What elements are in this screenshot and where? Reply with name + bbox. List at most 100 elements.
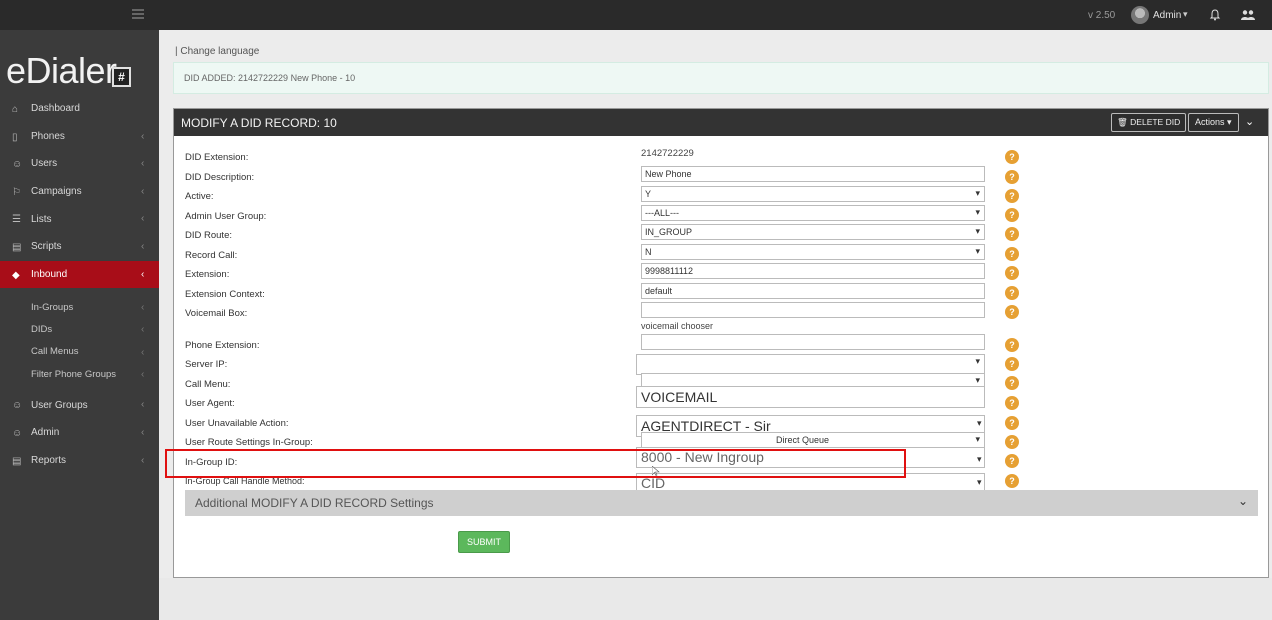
sidebar-item-admin[interactable]: ☺ Admin ‹: [0, 419, 159, 447]
additional-settings-toggle[interactable]: Additional MODIFY A DID RECORD Settings …: [185, 490, 1258, 516]
highlight-box: [165, 449, 906, 478]
reports-icon: ▤: [12, 455, 22, 467]
chevron-down-icon: ▾: [977, 454, 982, 464]
bell-icon[interactable]: [1209, 9, 1221, 21]
extension-context-label: Extension Context:: [185, 289, 265, 300]
user-route-settings-value: Direct Queue: [776, 435, 830, 445]
help-icon[interactable]: ?: [1005, 305, 1019, 319]
help-icon[interactable]: ?: [1005, 286, 1019, 300]
help-icon[interactable]: ?: [1005, 170, 1019, 184]
chevron-left-icon: ‹: [141, 369, 145, 381]
sidebar-item-label: Dashboard: [31, 103, 80, 115]
help-icon[interactable]: ?: [1005, 396, 1019, 410]
help-icon[interactable]: ?: [1005, 208, 1019, 222]
sidebar-item-phones[interactable]: ▯ Phones ‹: [0, 123, 159, 151]
phone-extension-input[interactable]: [641, 334, 985, 350]
actions-button[interactable]: Actions ▾: [1188, 113, 1239, 132]
did-extension-value: 2142722229: [641, 148, 694, 159]
sidebar-item-lists[interactable]: ☰ Lists ‹: [0, 205, 159, 233]
sidebar-item-label: User Groups: [31, 399, 88, 411]
user-menu-label[interactable]: Admin: [1153, 10, 1181, 21]
did-route-select[interactable]: IN_GROUP: [641, 224, 985, 240]
did-description-input[interactable]: New Phone: [641, 166, 985, 182]
top-bar: v 2.50 Admin ▾: [0, 0, 1272, 30]
voicemail-chooser-link[interactable]: voicemail chooser: [641, 321, 713, 331]
active-select[interactable]: Y: [641, 186, 985, 202]
help-icon[interactable]: ?: [1005, 376, 1019, 390]
sidebar-item-label: Campaigns: [31, 186, 82, 198]
sidebar-item-users[interactable]: ☺ Users ‹: [0, 150, 159, 178]
user-route-settings-select[interactable]: Direct Queue: [641, 432, 985, 448]
admin-icon: ☺: [12, 427, 23, 439]
chevron-down-icon[interactable]: ▾: [1183, 9, 1188, 20]
server-ip-select[interactable]: [636, 354, 985, 375]
user-agent-input[interactable]: VOICEMAIL: [636, 386, 985, 408]
sidebar-subitem-label: Call Menus: [31, 346, 79, 358]
delete-did-button[interactable]: 🗑 DELETE DID: [1111, 113, 1187, 132]
chevron-down-icon: ▾: [977, 418, 982, 428]
did-description-label: DID Description:: [185, 172, 255, 183]
sidebar-item-reports[interactable]: ▤ Reports ‹: [0, 447, 159, 475]
sidebar-item-inbound[interactable]: ◆ Inbound ‹: [0, 260, 159, 289]
user-unavailable-action-label: User Unavailable Action:: [185, 418, 289, 429]
voicemail-box-input[interactable]: [641, 302, 985, 318]
logo: eDialer: [6, 50, 117, 91]
chevron-down-icon: ⌄: [1237, 494, 1248, 508]
chevron-left-icon: ‹: [141, 130, 145, 142]
chevron-left-icon: ‹: [141, 454, 145, 466]
chevron-left-icon: ‹: [141, 268, 145, 280]
server-ip-label: Server IP:: [185, 359, 228, 370]
sidebar-subitem-dids[interactable]: DIDs ‹: [0, 318, 159, 340]
inbound-submenu: In-Groups ‹ DIDs ‹ Call Menus ‹ Filter P…: [0, 288, 159, 392]
help-icon[interactable]: ?: [1005, 227, 1019, 241]
menu-toggle-icon[interactable]: [132, 9, 144, 19]
sidebar-item-user-groups[interactable]: ☺ User Groups ‹: [0, 391, 159, 419]
users-icon[interactable]: [1241, 9, 1255, 21]
chevron-down-icon[interactable]: ⌄: [1245, 115, 1259, 129]
sidebar-subitem-call-menus[interactable]: Call Menus ‹: [0, 341, 159, 363]
sidebar-item-label: Inbound: [31, 268, 68, 280]
user-agent-label: User Agent:: [185, 398, 235, 409]
change-language-link[interactable]: | Change language: [175, 46, 259, 57]
did-route-label: DID Route:: [185, 230, 232, 241]
extension-context-input[interactable]: default: [641, 283, 985, 299]
sidebar-item-dashboard[interactable]: ⌂ Dashboard: [0, 95, 159, 123]
sidebar-item-scripts[interactable]: ▤ Scripts ‹: [0, 233, 159, 261]
sidebar-subitem-label: Filter Phone Groups: [31, 368, 117, 380]
sidebar-item-campaigns[interactable]: ⚐ Campaigns ‹: [0, 178, 159, 206]
sidebar-item-label: Scripts: [31, 241, 62, 253]
help-icon[interactable]: ?: [1005, 435, 1019, 449]
sidebar-subitem-in-groups[interactable]: In-Groups ‹: [0, 296, 159, 318]
modify-did-panel: MODIFY A DID RECORD: 10 🗑 DELETE DID Act…: [173, 108, 1269, 578]
admin-user-group-label: Admin User Group:: [185, 211, 267, 222]
page-footer-area: [159, 578, 1272, 620]
chevron-left-icon: ‹: [141, 324, 145, 336]
help-icon[interactable]: ?: [1005, 416, 1019, 430]
sidebar-subitem-filter-phone-groups[interactable]: Filter Phone Groups ‹: [0, 363, 159, 385]
diamond-icon: ◆: [12, 269, 20, 281]
help-icon[interactable]: ?: [1005, 454, 1019, 468]
extension-input[interactable]: 9998811112: [641, 263, 985, 279]
help-icon[interactable]: ?: [1005, 474, 1019, 488]
chevron-left-icon: ‹: [141, 213, 145, 225]
submit-button[interactable]: SUBMIT: [458, 531, 510, 553]
help-icon[interactable]: ?: [1005, 189, 1019, 203]
delete-did-label: DELETE DID: [1130, 117, 1181, 127]
chevron-down-icon: ▾: [977, 477, 982, 487]
phone-icon: ▯: [12, 131, 18, 143]
sidebar-item-label: Reports: [31, 454, 67, 466]
help-icon[interactable]: ?: [1005, 247, 1019, 261]
panel-title: MODIFY A DID RECORD: 10: [181, 116, 337, 130]
avatar[interactable]: [1131, 6, 1149, 24]
sidebar-subitem-label: DIDs: [31, 324, 53, 336]
record-call-select[interactable]: N: [641, 244, 985, 260]
help-icon[interactable]: ?: [1005, 266, 1019, 280]
users-icon: ☺: [12, 159, 23, 171]
admin-user-group-select[interactable]: ---ALL---: [641, 205, 985, 221]
help-icon[interactable]: ?: [1005, 357, 1019, 371]
phone-extension-label: Phone Extension:: [185, 340, 260, 351]
sidebar-item-label: Users: [31, 158, 58, 170]
help-icon[interactable]: ?: [1005, 150, 1019, 164]
help-icon[interactable]: ?: [1005, 338, 1019, 352]
chevron-left-icon: ‹: [141, 185, 145, 197]
